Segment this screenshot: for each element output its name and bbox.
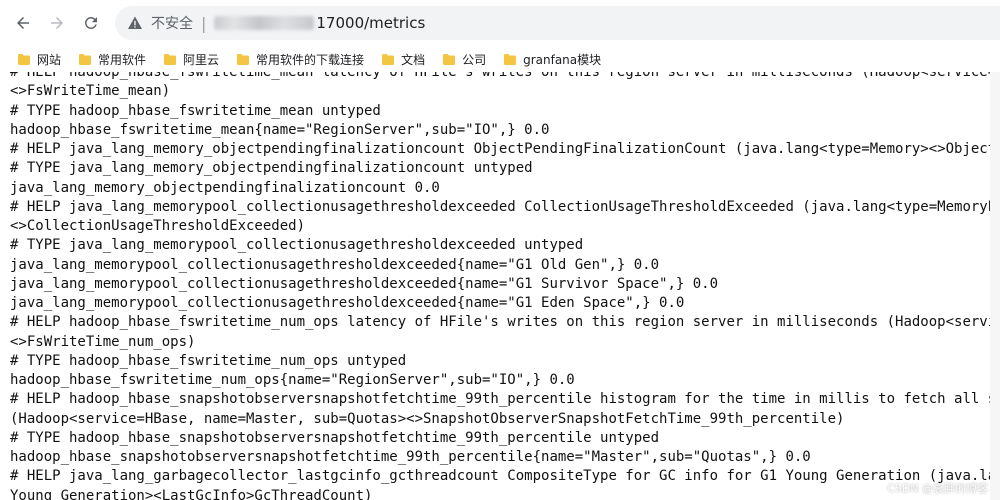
bookmark-label: 常用软件的下载连接 xyxy=(256,52,365,67)
arrow-right-icon xyxy=(51,17,63,29)
metrics-text: # HELP hadoop_hbase_fswritetime_mean lat… xyxy=(10,72,1000,500)
reload-button[interactable] xyxy=(76,8,106,38)
bookmark-label: 阿里云 xyxy=(183,52,220,67)
back-button[interactable] xyxy=(8,8,38,38)
watermark: CSDN @衰胖的博客 xyxy=(887,482,988,495)
security-status-label[interactable]: 不安全 xyxy=(151,13,193,33)
folder-icon xyxy=(18,53,30,65)
bookmark-item[interactable]: 网站 xyxy=(14,48,65,70)
bookmark-label: granfana模块 xyxy=(523,52,602,67)
reload-icon xyxy=(85,16,97,29)
metrics-line: # HELP java_lang_memory_objectpendingfin… xyxy=(10,141,1000,157)
metrics-line: <>FsWriteTime_num_ops) xyxy=(10,333,196,350)
bookmark-item[interactable]: granfana模块 xyxy=(500,48,605,70)
metrics-line: <>CollectionUsageThresholdExceeded) xyxy=(10,218,306,234)
metrics-line: java_lang_memorypool_collectionusagethre… xyxy=(10,295,685,311)
metrics-line: # TYPE java_lang_memory_objectpendingfin… xyxy=(10,160,533,177)
folder-icon xyxy=(164,53,177,65)
metrics-line: hadoop_hbase_snapshotobserversnapshotfet… xyxy=(10,449,811,465)
bookmark-item[interactable]: 文档 xyxy=(378,48,429,70)
url-text[interactable]: 17000/metrics xyxy=(316,14,425,32)
bookmark-label: 常用软件 xyxy=(98,52,147,67)
metrics-line: # HELP hadoop_hbase_snapshotobserversnap… xyxy=(10,391,1000,408)
metrics-line: # HELP java_lang_memorypool_collectionus… xyxy=(10,198,1000,215)
bookmark-item[interactable]: 常用软件 xyxy=(75,48,150,70)
metrics-line: (Hadoop<service=HBase, name=Master, sub=… xyxy=(10,410,845,427)
metrics-line: hadoop_hbase_fswritetime_num_ops{name="R… xyxy=(10,372,575,388)
metrics-line: hadoop_hbase_fswritetime_mean{name="Regi… xyxy=(10,121,550,138)
metrics-line: # HELP java_lang_garbagecollector_lastgc… xyxy=(10,468,1000,485)
folder-icon xyxy=(237,53,250,65)
metrics-line: java_lang_memory_objectpendingfinalizati… xyxy=(10,179,440,196)
folder-icon xyxy=(79,53,92,65)
bookmark-label: 网站 xyxy=(37,52,62,67)
folder-icon xyxy=(443,53,456,65)
redacted-host xyxy=(214,16,315,30)
metrics-line: # TYPE hadoop_hbase_fswritetime_num_ops … xyxy=(10,352,407,369)
page-content: # HELP hadoop_hbase_fswritetime_mean lat… xyxy=(0,72,1000,500)
bookmark-item[interactable]: 公司 xyxy=(439,48,490,70)
metrics-line: Young Generation><LastGcInfo>GcThreadCou… xyxy=(10,487,373,500)
folder-icon xyxy=(382,53,395,65)
metrics-line: # TYPE hadoop_hbase_fswritetime_mean unt… xyxy=(10,102,381,119)
bookmarks-bar: 网站 常用软件 阿里云 常用软件的下载连接 文档 公司 granfana模块 xyxy=(0,46,1000,73)
metrics-line: # TYPE hadoop_hbase_snapshotobserversnap… xyxy=(10,429,660,446)
bookmark-label: 文档 xyxy=(401,52,426,67)
metrics-line: # HELP hadoop_hbase_fswritetime_mean lat… xyxy=(10,72,1000,80)
browser-toolbar: 不安全 | 17000/metrics xyxy=(0,0,1000,46)
folder-icon xyxy=(504,53,517,65)
bookmark-item[interactable]: 阿里云 xyxy=(160,48,223,70)
metrics-line: # HELP hadoop_hbase_fswritetime_num_ops … xyxy=(10,314,1000,331)
warning-icon xyxy=(127,15,143,31)
scrollbar[interactable] xyxy=(990,72,1000,500)
address-separator: | xyxy=(201,13,207,33)
bookmark-item[interactable]: 常用软件的下载连接 xyxy=(233,48,368,70)
metrics-line: java_lang_memorypool_collectionusagethre… xyxy=(10,256,660,273)
metrics-line: # TYPE java_lang_memorypool_collectionus… xyxy=(10,237,584,254)
bookmark-label: 公司 xyxy=(462,52,487,67)
metrics-line: <>FsWriteTime_mean) xyxy=(10,83,171,100)
address-bar[interactable]: 不安全 | 17000/metrics xyxy=(115,6,1000,40)
forward-button[interactable] xyxy=(42,8,72,38)
metrics-line: java_lang_memorypool_collectionusagethre… xyxy=(10,275,719,292)
arrow-left-icon xyxy=(17,17,29,29)
